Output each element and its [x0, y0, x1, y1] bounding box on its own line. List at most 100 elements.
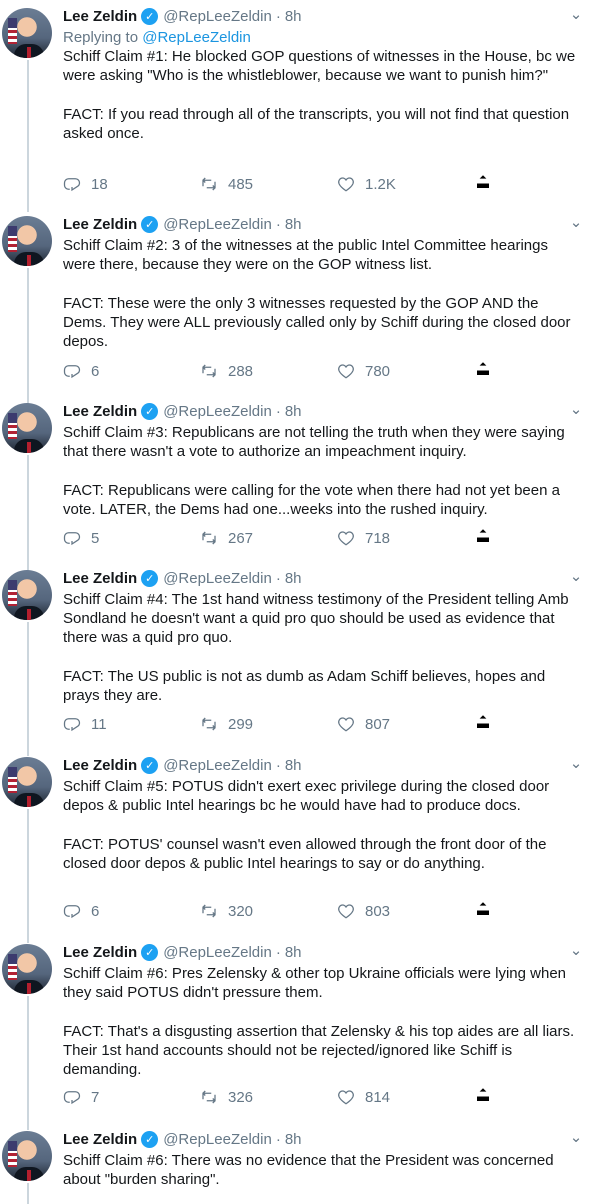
- author-name[interactable]: Lee Zeldin: [63, 403, 137, 420]
- author-handle[interactable]: @RepLeeZeldin: [163, 944, 272, 961]
- tweet-text: Schiff Claim #4: The 1st hand witness te…: [63, 591, 569, 705]
- avatar[interactable]: [2, 403, 52, 453]
- avatar[interactable]: [2, 757, 52, 807]
- timestamp[interactable]: 8h: [285, 944, 302, 961]
- timestamp[interactable]: 8h: [285, 757, 302, 774]
- retweet-button[interactable]: 485: [200, 175, 337, 193]
- thread-line: [27, 622, 29, 756]
- tweet-text: Schiff Claim #2: 3 of the witnesses at t…: [63, 237, 571, 351]
- avatar[interactable]: [2, 944, 52, 994]
- reply-button[interactable]: 6: [63, 902, 200, 920]
- author-handle[interactable]: @RepLeeZeldin: [163, 570, 272, 587]
- like-icon: [338, 904, 354, 919]
- verified-badge-icon: ✓: [141, 7, 159, 25]
- retweet-button[interactable]: 326: [200, 1088, 337, 1106]
- share-icon: [477, 362, 489, 375]
- verified-badge-icon: ✓: [141, 943, 159, 961]
- like-button[interactable]: 814: [337, 1088, 474, 1106]
- tweet-text: Schiff Claim #6: There was no evidence t…: [63, 1152, 558, 1189]
- retweet-button[interactable]: 320: [200, 902, 337, 920]
- retweet-button[interactable]: 299: [200, 715, 337, 733]
- reply-button[interactable]: 18: [63, 175, 200, 193]
- author-handle[interactable]: @RepLeeZeldin: [163, 403, 272, 420]
- author-name[interactable]: Lee Zeldin: [63, 1131, 137, 1148]
- share-button[interactable]: [474, 1086, 492, 1108]
- share-button[interactable]: [474, 527, 492, 549]
- timestamp[interactable]: 8h: [285, 8, 302, 25]
- chevron-down-icon[interactable]: ⌄: [568, 1128, 584, 1146]
- share-button[interactable]: [474, 173, 492, 195]
- like-button[interactable]: 780: [337, 362, 474, 380]
- reply-button[interactable]: 6: [63, 362, 200, 380]
- chevron-down-icon[interactable]: ⌄: [568, 567, 584, 585]
- chevron-down-icon[interactable]: ⌄: [568, 5, 584, 23]
- separator: ·: [275, 569, 281, 587]
- retweet-button[interactable]: 288: [200, 362, 337, 380]
- timestamp[interactable]: 8h: [285, 216, 302, 233]
- tweet[interactable]: Lee Zeldin ✓ @RepLeeZeldin · 8h ⌄ Schiff…: [0, 1127, 600, 1204]
- retweet-icon: [202, 177, 216, 191]
- author-name[interactable]: Lee Zeldin: [63, 944, 137, 961]
- like-button[interactable]: 1.2K: [337, 175, 474, 193]
- chevron-down-icon[interactable]: ⌄: [568, 400, 584, 418]
- retweet-icon: [202, 364, 216, 378]
- reply-icon: [63, 905, 81, 919]
- tweet-header: Lee Zeldin ✓ @RepLeeZeldin · 8h: [63, 940, 582, 964]
- avatar[interactable]: [2, 570, 52, 620]
- avatar[interactable]: [2, 1131, 52, 1181]
- tweet[interactable]: Lee Zeldin ✓ @RepLeeZeldin · 8h ⌄ Schiff…: [0, 940, 600, 1130]
- tweet[interactable]: Lee Zeldin ✓ @RepLeeZeldin · 8h ⌄ Schiff…: [0, 212, 600, 406]
- like-button[interactable]: 803: [337, 902, 474, 920]
- tweet-actions: 7 326 814: [63, 1086, 503, 1108]
- tweet[interactable]: Lee Zeldin ✓ @RepLeeZeldin · 8h ⌄ Replyi…: [0, 4, 600, 212]
- reply-count: 11: [91, 715, 107, 733]
- author-name[interactable]: Lee Zeldin: [63, 216, 137, 233]
- share-button[interactable]: [474, 900, 492, 922]
- share-button[interactable]: [474, 360, 492, 382]
- tweet-header: Lee Zeldin ✓ @RepLeeZeldin · 8h: [63, 212, 582, 236]
- chevron-down-icon[interactable]: ⌄: [568, 941, 584, 959]
- reply-icon: [63, 532, 81, 546]
- author-handle[interactable]: @RepLeeZeldin: [163, 757, 272, 774]
- tweet-text: Schiff Claim #5: POTUS didn't exert exec…: [63, 778, 550, 872]
- tweet[interactable]: Lee Zeldin ✓ @RepLeeZeldin · 8h ⌄ Schiff…: [0, 753, 600, 943]
- timestamp[interactable]: 8h: [285, 570, 302, 587]
- share-button[interactable]: [474, 713, 492, 735]
- chevron-down-icon[interactable]: ⌄: [568, 213, 584, 231]
- author-handle[interactable]: @RepLeeZeldin: [163, 216, 272, 233]
- reply-count: 18: [91, 175, 108, 193]
- tweet[interactable]: Lee Zeldin ✓ @RepLeeZeldin · 8h ⌄ Schiff…: [0, 566, 600, 756]
- tweet-text: Schiff Claim #6: Pres Zelensky & other t…: [63, 965, 575, 1079]
- reply-to-handle[interactable]: @RepLeeZeldin: [142, 29, 251, 46]
- like-icon: [338, 364, 354, 379]
- retweet-button[interactable]: 267: [200, 529, 337, 547]
- timestamp[interactable]: 8h: [285, 403, 302, 420]
- like-icon: [338, 177, 354, 192]
- separator: ·: [275, 1130, 281, 1148]
- thread-line: [27, 60, 29, 212]
- reply-icon: [63, 718, 81, 732]
- author-name[interactable]: Lee Zeldin: [63, 8, 137, 25]
- reply-button[interactable]: 7: [63, 1088, 200, 1106]
- separator: ·: [275, 943, 281, 961]
- tweet-actions: 5 267 718: [63, 527, 503, 549]
- reply-count: 6: [91, 362, 100, 380]
- like-button[interactable]: 807: [337, 715, 474, 733]
- tweet-header: Lee Zeldin ✓ @RepLeeZeldin · 8h: [63, 399, 582, 423]
- reply-button[interactable]: 5: [63, 529, 200, 547]
- author-name[interactable]: Lee Zeldin: [63, 570, 137, 587]
- chevron-down-icon[interactable]: ⌄: [568, 754, 584, 772]
- like-count: 803: [365, 902, 391, 920]
- tweet-thread: Lee Zeldin ✓ @RepLeeZeldin · 8h ⌄ Replyi…: [0, 0, 600, 1204]
- avatar[interactable]: [2, 216, 52, 266]
- author-name[interactable]: Lee Zeldin: [63, 757, 137, 774]
- like-button[interactable]: 718: [337, 529, 474, 547]
- reply-button[interactable]: 11: [63, 715, 200, 733]
- avatar[interactable]: [2, 8, 52, 58]
- author-handle[interactable]: @RepLeeZeldin: [163, 8, 272, 25]
- author-handle[interactable]: @RepLeeZeldin: [163, 1131, 272, 1148]
- tweet[interactable]: Lee Zeldin ✓ @RepLeeZeldin · 8h ⌄ Schiff…: [0, 399, 600, 579]
- like-icon: [338, 1090, 354, 1105]
- timestamp[interactable]: 8h: [285, 1131, 302, 1148]
- reply-count: 6: [91, 902, 100, 920]
